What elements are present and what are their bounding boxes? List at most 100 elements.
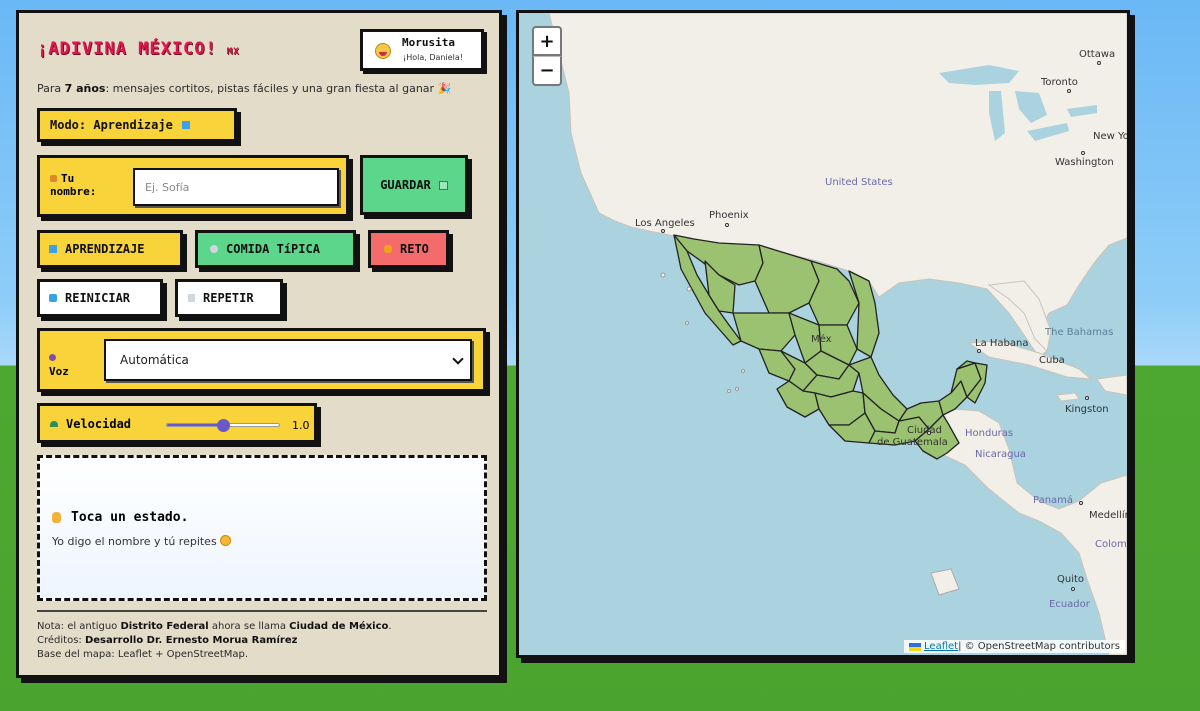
challenge-label: RETO bbox=[400, 242, 429, 256]
save-label: GUARDAR bbox=[380, 178, 431, 192]
learn-button[interactable]: APRENDIZAJE bbox=[37, 230, 183, 268]
learn-label: APRENDIZAJE bbox=[65, 242, 145, 256]
speed-label: Velocidad bbox=[50, 417, 131, 431]
app-title: ¡ADIVINA MÉXICO! MX bbox=[37, 39, 240, 59]
map-dot-phoenix bbox=[725, 223, 729, 227]
footer-note-end: . bbox=[388, 621, 392, 632]
land-galapagos bbox=[930, 568, 960, 596]
map-dot-toronto bbox=[1067, 89, 1071, 93]
map-label-los-angeles: Los Angeles bbox=[635, 218, 695, 229]
name-label-line1: Tu bbox=[61, 172, 75, 185]
map-attribution: Leaflet | © OpenStreetMap contributors bbox=[904, 640, 1125, 653]
food-label: COMIDA TíPICA bbox=[226, 242, 320, 256]
feedback-box: Toca un estado. Yo digo el nombre y tú r… bbox=[37, 455, 487, 601]
reset-button[interactable]: REINICIAR bbox=[37, 279, 163, 317]
name-label-line2: nombre: bbox=[50, 185, 97, 198]
feedback-heading-text: Toca un estado. bbox=[71, 510, 189, 525]
user-badge[interactable]: Morusita ¡Hola, Daniela! bbox=[360, 29, 484, 71]
footer-note: Nota: el antiguo Distrito Federal ahora … bbox=[37, 621, 392, 632]
map-dot-medellin bbox=[1079, 501, 1083, 505]
book-icon bbox=[181, 121, 190, 129]
footer-credits-prefix: Créditos: bbox=[37, 635, 85, 646]
repeat-label: REPETIR bbox=[203, 291, 254, 305]
subtitle-age: 7 años bbox=[64, 82, 106, 95]
wave-hand-icon bbox=[50, 175, 57, 182]
map-label-united-states: United States bbox=[825, 177, 893, 188]
save-button[interactable]: GUARDAR bbox=[360, 155, 468, 215]
voice-label: Voz bbox=[49, 351, 69, 379]
voice-control: Voz Automática bbox=[37, 328, 486, 392]
map-label-la-habana: La Habana bbox=[975, 338, 1029, 349]
land-jamaica bbox=[1056, 392, 1080, 402]
map-dot-los-angeles bbox=[661, 229, 665, 233]
challenge-button[interactable]: RETO bbox=[368, 230, 449, 268]
map-label-cuba: Cuba bbox=[1039, 355, 1065, 366]
trophy-icon bbox=[384, 245, 392, 253]
mode-label: Modo: Aprendizaje bbox=[50, 118, 173, 132]
map-label-phoenix: Phoenix bbox=[709, 210, 749, 221]
user-name: Morusita bbox=[402, 36, 455, 49]
name-input[interactable] bbox=[133, 168, 339, 206]
voice-select[interactable]: Automática bbox=[104, 339, 472, 381]
map-dot-guatemala bbox=[927, 431, 931, 435]
app-title-text: ¡ADIVINA MÉXICO! bbox=[37, 39, 217, 59]
map-label-medellin: Medellín bbox=[1089, 510, 1130, 521]
map-label-guatemala-2: de Guatemala bbox=[877, 437, 948, 448]
mode-indicator[interactable]: Modo: Aprendizaje bbox=[37, 108, 237, 142]
map-dot-kingston bbox=[1085, 396, 1089, 400]
check-icon bbox=[438, 180, 448, 190]
subtitle-text: : mensajes cortitos, pistas fáciles y un… bbox=[105, 82, 452, 95]
reset-icon bbox=[49, 294, 57, 302]
footer-note-new: Ciudad de México bbox=[289, 621, 389, 632]
ukraine-flag-icon bbox=[909, 642, 922, 651]
flag-tag: MX bbox=[226, 47, 240, 57]
chevron-down-icon bbox=[452, 353, 464, 365]
smile-icon bbox=[219, 535, 231, 546]
footer-note-prefix: Nota: el antiguo bbox=[37, 621, 121, 632]
map-label-ecuador: Ecuador bbox=[1049, 599, 1090, 610]
map-dot-washington bbox=[1081, 151, 1085, 155]
zoom-in-button[interactable]: + bbox=[532, 26, 562, 56]
footer-credits-name: Desarrollo Dr. Ernesto Morua Ramírez bbox=[84, 635, 298, 646]
voice-selected: Automática bbox=[120, 353, 189, 367]
name-label: Tu nombre: bbox=[50, 172, 96, 198]
footer-credits: Créditos: Desarrollo Dr. Ernesto Morua R… bbox=[37, 635, 297, 646]
map-label-washington: Washington bbox=[1055, 157, 1114, 168]
map-label-ottawa: Ottawa bbox=[1079, 49, 1116, 60]
footer-basemap: Base del mapa: Leaflet + OpenStreetMap. bbox=[37, 649, 249, 660]
name-form: Tu nombre: bbox=[37, 155, 349, 217]
subtitle-prefix: Para bbox=[37, 82, 65, 95]
zoom-out-button[interactable]: − bbox=[532, 56, 562, 86]
speed-control: Velocidad 1.0 bbox=[37, 403, 317, 443]
user-greeting: ¡Hola, Daniela! bbox=[403, 53, 463, 62]
subtitle: Para 7 años: mensajes cortitos, pistas f… bbox=[37, 82, 451, 95]
land-hispaniola bbox=[1096, 374, 1127, 396]
speed-value: 1.0 bbox=[292, 419, 310, 432]
turtle-icon bbox=[50, 421, 58, 427]
book-icon bbox=[49, 245, 57, 253]
speed-slider[interactable] bbox=[166, 419, 280, 432]
map-label-panama: Panamá bbox=[1033, 495, 1074, 506]
pointing-hand-icon bbox=[52, 512, 61, 523]
map-label-toronto: Toronto bbox=[1041, 77, 1078, 88]
speed-slider-fill bbox=[167, 424, 223, 426]
footer-note-mid: ahora se llama bbox=[208, 621, 290, 632]
map-label-mexico: Méx bbox=[811, 334, 832, 345]
map-label-quito: Quito bbox=[1057, 574, 1085, 585]
map-label-colombia: Colombia bbox=[1095, 539, 1127, 550]
map-label-guatemala-1: Ciudad bbox=[907, 425, 942, 436]
map-dot-quito bbox=[1071, 587, 1075, 591]
speed-slider-thumb[interactable] bbox=[217, 419, 230, 432]
repeat-button[interactable]: REPETIR bbox=[175, 279, 283, 317]
map-dot-la-habana bbox=[977, 349, 981, 353]
voice-label-text: Voz bbox=[49, 365, 69, 378]
map[interactable]: + − Ottawa Toronto New Yor Washington Un… bbox=[516, 10, 1130, 658]
feedback-sub: Yo digo el nombre y tú repites bbox=[52, 535, 231, 548]
food-button[interactable]: COMIDA TíPICA bbox=[195, 230, 356, 268]
osm-attribution: | © OpenStreetMap contributors bbox=[958, 641, 1120, 652]
map-label-kingston: Kingston bbox=[1065, 404, 1109, 415]
speed-label-text: Velocidad bbox=[66, 417, 132, 431]
footer-note-old: Distrito Federal bbox=[120, 621, 209, 632]
map-label-new-york: New Yor bbox=[1093, 131, 1130, 142]
leaflet-link[interactable]: Leaflet bbox=[924, 641, 958, 652]
